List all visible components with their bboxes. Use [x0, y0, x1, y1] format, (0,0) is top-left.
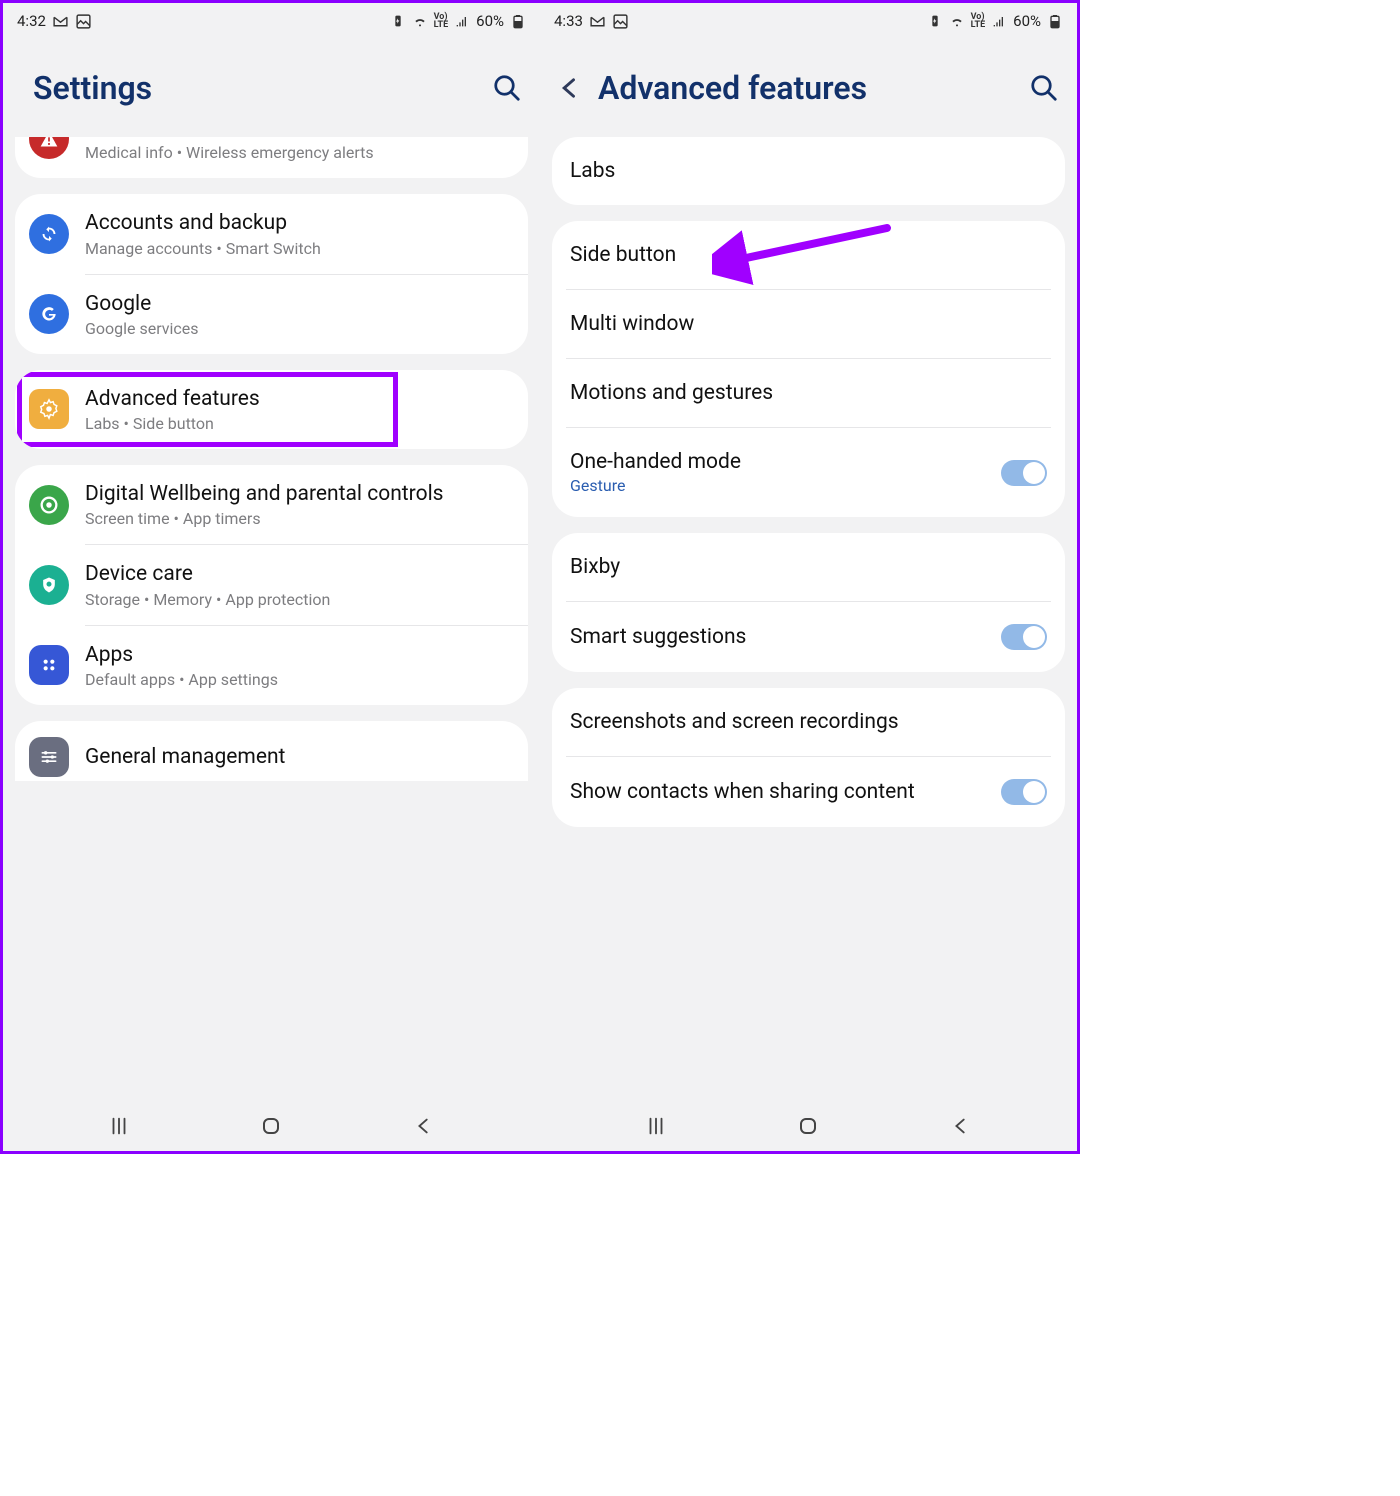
wifi-icon [412, 13, 428, 29]
row-subtitle: Manage accounts • Smart Switch [85, 239, 514, 258]
row-multi-window[interactable]: Multi window [552, 290, 1065, 358]
toggle-smart-suggestions[interactable] [1001, 624, 1047, 650]
page-header: Advanced features [540, 39, 1077, 137]
group-labs: Labs [552, 137, 1065, 205]
recents-button[interactable] [108, 1115, 130, 1137]
page-title: Settings [33, 69, 478, 107]
row-title: Google [85, 291, 514, 317]
back-button[interactable] [413, 1115, 435, 1137]
volte-icon: Vo)LTE [434, 13, 449, 29]
nav-bar [540, 1101, 1077, 1151]
row-subtitle: Default apps • App settings [85, 670, 514, 689]
row-bixby[interactable]: Bixby [552, 533, 1065, 601]
settings-row-advanced-features[interactable]: Advanced features Labs • Side button [15, 370, 528, 449]
signal-icon [454, 13, 470, 29]
gallery-icon [75, 13, 92, 30]
settings-row-general-management[interactable]: General management [15, 721, 528, 781]
row-title: Apps [85, 642, 514, 668]
settings-row-accounts-backup[interactable]: Accounts and backup Manage accounts • Sm… [15, 194, 528, 273]
settings-row-device-care[interactable]: Device care Storage • Memory • App prote… [15, 545, 528, 624]
row-title: Show contacts when sharing content [570, 780, 1001, 804]
row-title: Screenshots and screen recordings [570, 710, 1047, 734]
row-smart-suggestions[interactable]: Smart suggestions [552, 602, 1065, 672]
back-icon[interactable] [556, 74, 584, 102]
row-title: Motions and gestures [570, 381, 1047, 405]
row-labs[interactable]: Labs [552, 137, 1065, 205]
row-subtitle: Storage • Memory • App protection [85, 590, 514, 609]
battery-saver-icon [927, 13, 943, 29]
row-title: Accounts and backup [85, 210, 514, 236]
phone-left-settings: 4:32 Vo)LTE 60% Settings [3, 3, 540, 1151]
target-icon [29, 485, 69, 525]
settings-row-apps[interactable]: Apps Default apps • App settings [15, 626, 528, 705]
phone-right-advanced: 4:33 Vo)LTE 60% Advanced features Labs [540, 3, 1077, 1151]
group-interactions: Side button Multi window Motions and ges… [552, 221, 1065, 517]
row-title: Smart suggestions [570, 625, 1001, 649]
row-subtitle: Google services [85, 319, 514, 338]
row-title: One-handed mode [570, 450, 1001, 474]
row-subtitle: Gesture [570, 476, 1001, 495]
gallery-icon [612, 13, 629, 30]
sliders-icon [29, 737, 69, 777]
row-show-contacts-sharing[interactable]: Show contacts when sharing content [552, 757, 1065, 827]
settings-group-general: General management [15, 721, 528, 781]
advanced-content: Labs Side button Multi window Motions an… [540, 137, 1077, 1101]
alert-icon [29, 137, 69, 159]
search-icon[interactable] [1029, 73, 1059, 103]
sync-icon [29, 214, 69, 254]
google-icon [29, 294, 69, 334]
row-side-button[interactable]: Side button [552, 221, 1065, 289]
signal-icon [991, 13, 1007, 29]
settings-group-advanced: Advanced features Labs • Side button [15, 370, 528, 449]
volte-icon: Vo)LTE [971, 13, 986, 29]
search-icon[interactable] [492, 73, 522, 103]
row-title: Labs [570, 159, 1047, 183]
settings-group-device: Digital Wellbeing and parental controls … [15, 465, 528, 705]
toggle-one-handed[interactable] [1001, 460, 1047, 486]
page-title: Advanced features [598, 69, 1015, 107]
settings-row-safety[interactable]: x Medical info • Wireless emergency aler… [15, 137, 528, 178]
battery-icon [1047, 13, 1063, 29]
battery-pct: 60% [476, 12, 504, 30]
row-title: Side button [570, 243, 1047, 267]
grid-icon [29, 645, 69, 685]
row-subtitle: Medical info • Wireless emergency alerts [85, 143, 514, 162]
status-bar: 4:32 Vo)LTE 60% [3, 3, 540, 39]
settings-group-accounts: Accounts and backup Manage accounts • Sm… [15, 194, 528, 354]
recents-button[interactable] [645, 1115, 667, 1137]
gear-icon [29, 389, 69, 429]
row-title: Device care [85, 561, 514, 587]
row-title: Multi window [570, 312, 1047, 336]
settings-content: x Medical info • Wireless emergency aler… [3, 137, 540, 1101]
battery-pct: 60% [1013, 12, 1041, 30]
back-button[interactable] [950, 1115, 972, 1137]
row-screenshots[interactable]: Screenshots and screen recordings [552, 688, 1065, 756]
row-title: Bixby [570, 555, 1047, 579]
clock: 4:33 [554, 12, 583, 30]
clock: 4:32 [17, 12, 46, 30]
group-screenshots: Screenshots and screen recordings Show c… [552, 688, 1065, 827]
group-bixby: Bixby Smart suggestions [552, 533, 1065, 672]
row-subtitle: Labs • Side button [85, 414, 514, 433]
settings-row-wellbeing[interactable]: Digital Wellbeing and parental controls … [15, 465, 528, 544]
row-title: Digital Wellbeing and parental controls [85, 481, 514, 507]
row-title: Advanced features [85, 386, 514, 412]
nav-bar [3, 1101, 540, 1151]
home-button[interactable] [259, 1114, 283, 1138]
row-one-handed-mode[interactable]: One-handed mode Gesture [552, 428, 1065, 517]
gmail-icon [52, 13, 69, 30]
battery-icon [510, 13, 526, 29]
battery-saver-icon [390, 13, 406, 29]
wifi-icon [949, 13, 965, 29]
home-button[interactable] [796, 1114, 820, 1138]
status-bar: 4:33 Vo)LTE 60% [540, 3, 1077, 39]
row-subtitle: Screen time • App timers [85, 509, 514, 528]
page-header: Settings [3, 39, 540, 137]
row-title: General management [85, 744, 514, 770]
toggle-show-contacts[interactable] [1001, 779, 1047, 805]
row-motions-gestures[interactable]: Motions and gestures [552, 359, 1065, 427]
shield-icon [29, 565, 69, 605]
gmail-icon [589, 13, 606, 30]
settings-row-google[interactable]: Google Google services [15, 275, 528, 354]
